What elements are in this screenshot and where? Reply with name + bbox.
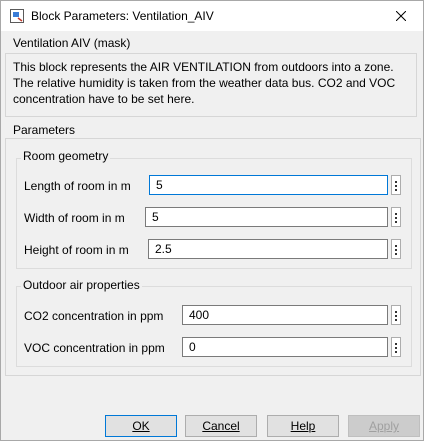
width-label: Width of room in m: [24, 211, 125, 225]
dialog-window: Block Parameters: Ventilation_AIV Ventil…: [0, 0, 424, 441]
mask-title: Ventilation AIV (mask): [13, 36, 131, 50]
apply-button[interactable]: Apply: [348, 415, 420, 437]
ok-button[interactable]: OK: [105, 415, 177, 437]
co2-field[interactable]: 400: [182, 305, 388, 325]
room-geometry-label: Room geometry: [21, 149, 111, 163]
height-field[interactable]: 2.5: [148, 239, 388, 259]
voc-more-button[interactable]: [391, 337, 401, 357]
length-label: Length of room in m: [24, 179, 131, 193]
voc-field[interactable]: 0: [182, 337, 388, 357]
length-more-button[interactable]: [391, 175, 401, 195]
cancel-label: Cancel: [202, 419, 240, 433]
width-more-button[interactable]: [391, 207, 401, 227]
help-label: Help: [290, 419, 316, 433]
help-button[interactable]: Help: [267, 415, 339, 437]
voc-label: VOC concentration in ppm: [24, 341, 165, 355]
window-title: Block Parameters: Ventilation_AIV: [31, 9, 214, 23]
title-bar: Block Parameters: Ventilation_AIV: [1, 1, 423, 31]
parameters-label: Parameters: [13, 123, 76, 137]
height-label: Height of room in m: [24, 243, 129, 257]
length-field[interactable]: 5: [149, 175, 388, 195]
close-icon: [396, 11, 406, 21]
width-field[interactable]: 5: [145, 207, 388, 227]
outdoor-air-label: Outdoor air properties: [21, 278, 142, 292]
height-more-button[interactable]: [391, 239, 401, 259]
app-icon: [10, 9, 24, 23]
description-panel: This block represents the AIR VENTILATIO…: [5, 53, 417, 117]
close-button[interactable]: [379, 1, 423, 31]
apply-label: Apply: [368, 419, 400, 433]
cancel-button[interactable]: Cancel: [185, 415, 257, 437]
mask-description: This block represents the AIR VENTILATIO…: [13, 60, 396, 106]
parameters-panel: Room geometry Length of room in m 5 Widt…: [5, 138, 421, 376]
co2-label: CO2 concentration in ppm: [24, 309, 164, 323]
co2-more-button[interactable]: [391, 305, 401, 325]
ok-label: OK: [132, 419, 150, 433]
